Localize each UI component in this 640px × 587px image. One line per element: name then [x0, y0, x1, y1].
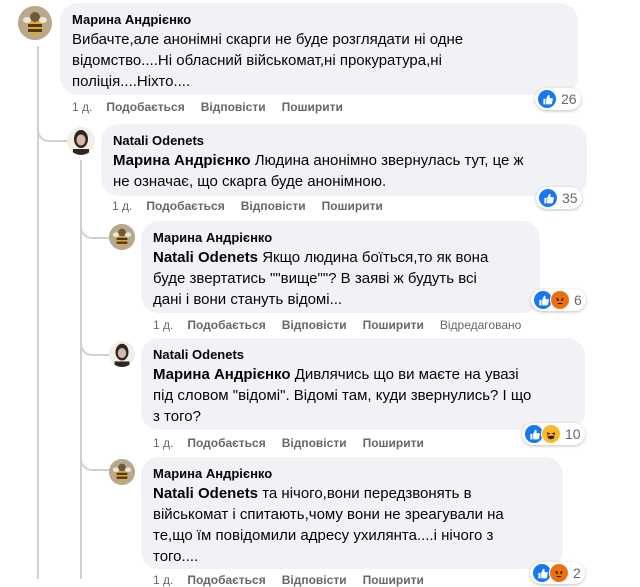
avatar[interactable] [18, 6, 52, 40]
avatar[interactable] [109, 224, 135, 250]
thread-elbow [80, 340, 110, 356]
comment-bubble: Марина Андрієнко Natali Odenets Якщо люд… [141, 221, 540, 313]
comment-author[interactable]: Natali Odenets [153, 346, 573, 363]
avatar-portrait-icon [67, 127, 95, 155]
comment-text-line: те,що їм повідомили адресу ухилянта....і… [153, 527, 494, 544]
reaction-count: 35 [562, 190, 578, 206]
like-icon [537, 89, 557, 109]
comment-text-line: буде звертатись ""вище""? В заяві ж буду… [153, 270, 477, 287]
mention-link[interactable]: Марина Андрієнко [113, 152, 251, 169]
like-button[interactable]: Подобається [106, 100, 184, 114]
avatar[interactable] [67, 127, 95, 155]
share-button[interactable]: Поширити [322, 199, 383, 213]
edited-label[interactable]: Відредаговано [440, 318, 521, 332]
comment-text: Natali Odenets Якщо людина боїться,то як… [153, 247, 528, 310]
comment-time[interactable]: 1 д. [112, 199, 132, 213]
comment-text: Natali Odenets та нічого,вони передзвоня… [153, 483, 551, 567]
comment-text-line: того.... [153, 548, 199, 565]
comment-bubble: Natali Odenets Марина Андрієнко Людина а… [101, 124, 587, 196]
like-button[interactable]: Подобається [187, 573, 265, 587]
reply-button[interactable]: Відповісти [241, 199, 306, 213]
angry-icon [549, 563, 569, 583]
comment-actions: 1 д. Подобається Відповісти Поширити Від… [153, 318, 521, 332]
comment-text-line: військомат і спитають,чому вони не зреаг… [153, 506, 504, 523]
avatar-portrait-icon [109, 341, 135, 367]
comment-text: Марина Андрієнко Людина анонімно звернул… [113, 150, 575, 192]
avatar[interactable] [109, 459, 135, 485]
mention-link[interactable]: Марина Андрієнко [153, 366, 291, 383]
reply-button[interactable]: Відповісти [282, 436, 347, 450]
mention-link[interactable]: Natali Odenets [153, 249, 258, 266]
reply-button[interactable]: Відповісти [282, 573, 347, 587]
comment-text-line: Дивлячись що ви маєте на увазі [290, 366, 519, 383]
comment-time[interactable]: 1 д. [153, 436, 173, 450]
thread-elbow [37, 126, 67, 142]
avatar[interactable] [109, 341, 135, 367]
comment-text-line: не означає, що скарга буде анонімною. [113, 173, 387, 190]
thread-elbow [80, 223, 110, 239]
thread-elbow [80, 455, 110, 471]
angry-icon [550, 290, 570, 310]
reactions-badge[interactable]: 10 [522, 423, 585, 445]
avatar-bee-icon [109, 459, 135, 485]
comment-bubble: Марина Андрієнко Вибачте,але анонімні ск… [60, 3, 578, 95]
reaction-count: 10 [565, 426, 581, 442]
comment-text-line: Якщо людина боїться,то як вона [258, 249, 489, 266]
haha-icon [541, 424, 561, 444]
comment-actions: 1 д. Подобається Відповісти Поширити [153, 436, 440, 450]
share-button[interactable]: Поширити [363, 436, 424, 450]
share-button[interactable]: Поширити [363, 573, 424, 587]
reply-button[interactable]: Відповісти [282, 318, 347, 332]
reaction-count: 6 [574, 292, 582, 308]
comment-author[interactable]: Марина Андрієнко [72, 11, 566, 28]
reactions-badge[interactable]: 6 [531, 289, 586, 311]
comment-time[interactable]: 1 д. [153, 573, 173, 587]
comment-text-line: поліція....Ніхто.... [72, 73, 191, 90]
comment-text: Марина Андрієнко Дивлячись що ви маєте н… [153, 364, 573, 427]
mention-link[interactable]: Natali Odenets [153, 485, 258, 502]
like-button[interactable]: Подобається [146, 199, 224, 213]
comment-author[interactable]: Марина Андрієнко [153, 229, 528, 246]
comment-text-line: відомство....Ні обласний військомат,ні п… [72, 52, 442, 69]
reaction-count: 26 [561, 91, 577, 107]
comment-text-line: Людина анонімно звернулась тут, це ж [250, 152, 524, 169]
like-button[interactable]: Подобається [187, 318, 265, 332]
comment-author[interactable]: Natali Odenets [113, 132, 575, 149]
like-icon [538, 188, 558, 208]
comment-text-line: дані і вони стануть відомі... [153, 291, 343, 308]
share-button[interactable]: Поширити [282, 100, 343, 114]
comment-actions: 1 д. Подобається Відповісти Поширити [72, 100, 359, 114]
comment-bubble: Марина Андрієнко Natali Odenets та нічог… [141, 457, 563, 569]
avatar-bee-icon [109, 224, 135, 250]
like-button[interactable]: Подобається [187, 436, 265, 450]
share-button[interactable]: Поширити [363, 318, 424, 332]
reactions-badge[interactable]: 26 [535, 88, 581, 110]
reactions-badge[interactable]: 2 [530, 562, 585, 584]
reactions-badge[interactable]: 35 [536, 187, 582, 209]
comment-text: Вибачте,але анонімні скарги не буде розг… [72, 29, 566, 92]
comment-actions: 1 д. Подобається Відповісти Поширити [112, 199, 399, 213]
comment-text-line: Вибачте,але анонімні скарги не буде розг… [72, 31, 464, 48]
avatar-bee-icon [18, 6, 52, 40]
comment-text-line: з того? [153, 408, 201, 425]
comment-time[interactable]: 1 д. [153, 318, 173, 332]
comment-text-line: та нічого,вони передзвонять в [258, 485, 472, 502]
comment-text-line: під словом "відомі". Відомі там, куди зв… [153, 387, 532, 404]
comment-bubble: Natali Odenets Марина Андрієнко Дивлячис… [141, 338, 585, 430]
comment-time[interactable]: 1 д. [72, 100, 92, 114]
comment-actions: 1 д. Подобається Відповісти Поширити [153, 573, 440, 587]
comment-author[interactable]: Марина Андрієнко [153, 465, 551, 482]
reply-button[interactable]: Відповісти [201, 100, 266, 114]
